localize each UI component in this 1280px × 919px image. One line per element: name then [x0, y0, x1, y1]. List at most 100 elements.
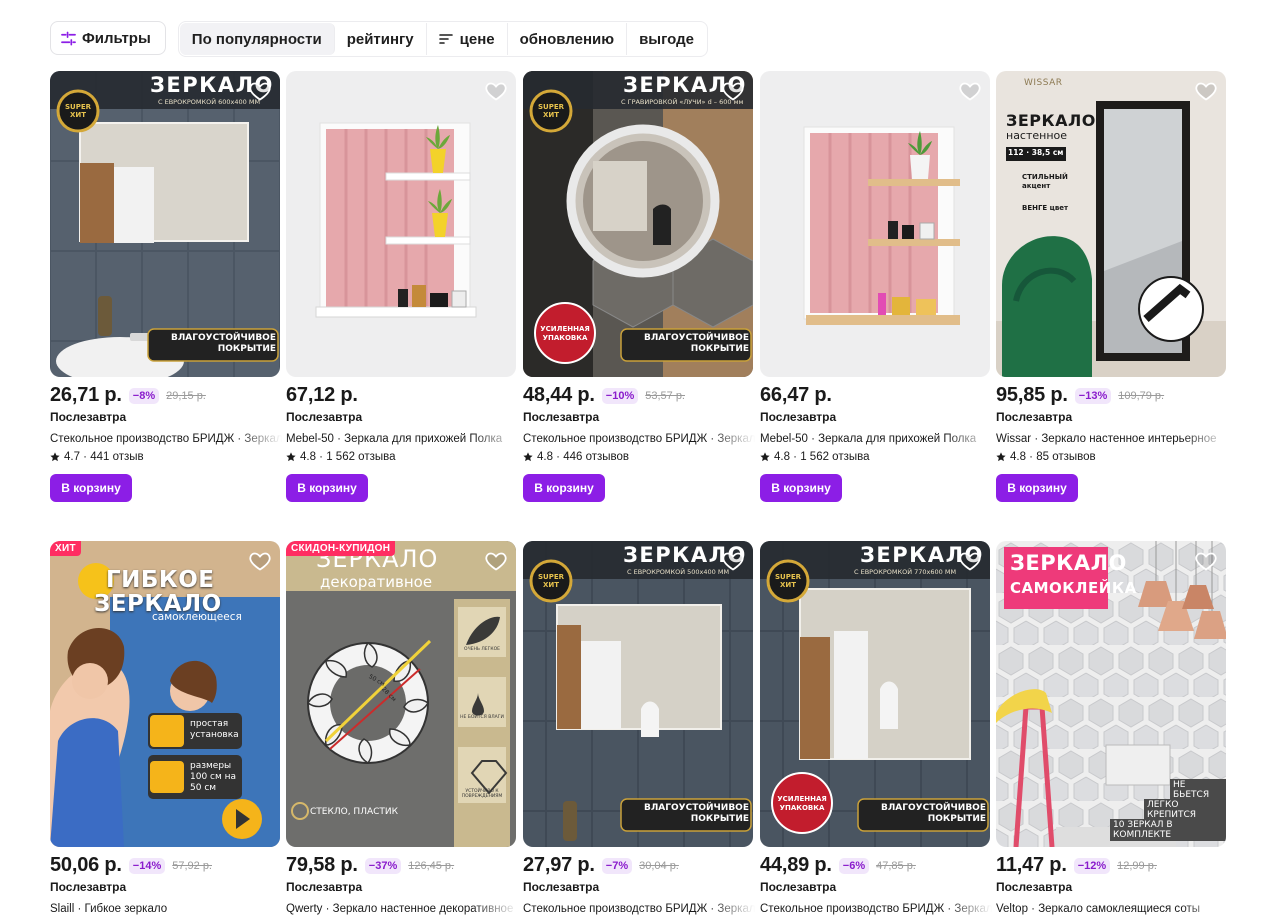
filters-button[interactable]: Фильтры: [50, 21, 166, 55]
delivery-date: Послезавтра: [760, 410, 837, 424]
product-card[interactable]: ЗЕРКАЛО С ГРАВИРОВКОЙ «ЛУЧИ» d – 600 мм …: [523, 71, 755, 502]
add-to-cart-button[interactable]: В корзину: [50, 474, 132, 502]
favorite-heart-icon[interactable]: [484, 549, 508, 573]
product-title[interactable]: Wissar · Зеркало настенное интерьерное: [996, 433, 1228, 449]
product-title[interactable]: Стекольное производство БРИДЖ · Зеркало: [523, 433, 755, 449]
delivery-date: Послезавтра: [286, 410, 363, 424]
image-subtitle: С ЕВРОКРОМКОЙ 770х600 ММ: [854, 568, 957, 576]
star-icon: [760, 452, 770, 462]
delivery-date: Послезавтра: [523, 880, 600, 894]
brand-logo-text: WISSAR: [1024, 78, 1063, 88]
image-headline-1: ЗЕРКАЛО: [1010, 551, 1127, 575]
favorite-heart-icon[interactable]: [958, 549, 982, 573]
rating-text: 4.8 · 1 562 отзыва: [300, 451, 396, 463]
tab-popularity[interactable]: По популярности: [179, 23, 335, 55]
old-price: 29,15 р.: [166, 390, 206, 402]
product-image[interactable]: ЗЕРКАЛО декоративное 50 см 28 см ОЧЕНЬ Л…: [286, 541, 516, 847]
product-image[interactable]: ГИБКОЕ ЗЕРКАЛО самоклеющееся простая уст…: [50, 541, 280, 847]
product-title[interactable]: Slaill · Гибкое зеркало: [50, 903, 282, 919]
product-title[interactable]: Mebel-50 · Зеркала для прихожей Полка: [760, 433, 992, 449]
product-card[interactable]: ЗЕРКАЛО С ЕВРОКРОМКОЙ 500х400 ММ SUPER Х…: [523, 541, 755, 919]
star-icon: [996, 452, 1006, 462]
product-image[interactable]: ЗЕРКАЛО С ГРАВИРОВКОЙ «ЛУЧИ» d – 600 мм …: [523, 71, 753, 377]
product-title[interactable]: Стекольное производство БРИДЖ · Зеркало: [523, 903, 755, 919]
discount-badge: −8%: [128, 388, 160, 404]
image-tag: ВЛАГОУСТОЙЧИВОЕ ПОКРЫТИЕ: [880, 803, 986, 824]
price-row: 66,47 р.: [760, 384, 990, 408]
feature-waterproof: НЕ БОИТСЯ ВЛАГИ: [460, 715, 504, 720]
add-to-cart-button[interactable]: В корзину: [523, 474, 605, 502]
delivery-date: Послезавтра: [996, 880, 1073, 894]
product-title[interactable]: Стекольное производство БРИДЖ · Зеркало: [50, 433, 282, 449]
price: 27,97 р.: [523, 854, 595, 876]
product-image[interactable]: [286, 71, 516, 377]
product-image[interactable]: ЗЕРКАЛО С ЕВРОКРОМКОЙ 500х400 ММ SUPER Х…: [523, 541, 753, 847]
favorite-heart-icon[interactable]: [1194, 79, 1218, 103]
product-card[interactable]: ЗЕРКАЛО С ЕВРОКРОМКОЙ 770х600 ММ SUPER Х…: [760, 541, 992, 919]
price: 67,12 р.: [286, 384, 358, 406]
product-image[interactable]: ЗЕРКАЛО С ЕВРОКРОМКОЙ 770х600 ММ SUPER Х…: [760, 541, 990, 847]
rating: 4.8 · 85 отзывов: [996, 449, 1226, 465]
price-row: 26,71 р. −8% 29,15 р.: [50, 384, 280, 408]
feature-color: ВЕНГЕ цвет: [1022, 204, 1069, 212]
rating: 4.8 · 1 562 отзыва: [760, 449, 990, 465]
product-card[interactable]: ЗЕРКАЛО С ЕВРОКРОМКОЙ 600х400 ММ SUPER Х…: [50, 71, 282, 502]
feature-size: размеры 100 см на 50 см: [190, 761, 237, 793]
price: 48,44 р.: [523, 384, 595, 406]
image-headline: ЗЕРКАЛО: [1006, 111, 1096, 130]
rating-text: 4.8 · 446 отзывов: [537, 451, 630, 463]
favorite-heart-icon[interactable]: [248, 549, 272, 573]
product-card[interactable]: ГИБКОЕ ЗЕРКАЛО самоклеющееся простая уст…: [50, 541, 280, 919]
product-card[interactable]: ЗЕРКАЛО декоративное 50 см 28 см ОЧЕНЬ Л…: [286, 541, 516, 919]
price-row: 67,12 р.: [286, 384, 516, 408]
rating-text: 4.8 · 1 562 отзыва: [774, 451, 870, 463]
product-card[interactable]: ЗЕРКАЛО САМОКЛЕЙКА НЕ БЬЕТСЯ ЛЕГКО КРЕПИ…: [996, 541, 1226, 919]
tab-updated[interactable]: обновлению: [508, 23, 628, 55]
price-row: 50,06 р. −14% 57,92 р.: [50, 854, 280, 878]
price-row: 79,58 р. −37% 126,45 р.: [286, 854, 516, 878]
favorite-heart-icon[interactable]: [484, 79, 508, 103]
product-title[interactable]: Стекольное производство БРИДЖ · Зеркало: [760, 903, 992, 919]
product-image[interactable]: [760, 71, 990, 377]
star-icon: [286, 452, 296, 462]
old-price: 126,45 р.: [408, 860, 455, 872]
image-subtitle: настенное: [1006, 129, 1068, 142]
price: 50,06 р.: [50, 854, 122, 876]
price-row: 48,44 р. −10% 53,57 р.: [523, 384, 753, 408]
product-image[interactable]: ЗЕРКАЛО САМОКЛЕЙКА НЕ БЬЕТСЯ ЛЕГКО КРЕПИ…: [996, 541, 1226, 847]
tab-price[interactable]: цене: [427, 23, 508, 55]
delivery-date: Послезавтра: [286, 880, 363, 894]
feature-set-count: 10 ЗЕРКАЛ В КОМПЛЕКТЕ: [1110, 819, 1226, 841]
product-title[interactable]: Veltop · Зеркало самоклеящиеся соты: [996, 903, 1228, 919]
product-card[interactable]: 67,12 р. Послезавтра Mebel-50 · Зеркала …: [286, 71, 516, 502]
sort-tabs: По популярности рейтингу цене обновлению…: [177, 21, 708, 57]
product-image[interactable]: ЗЕРКАЛО С ЕВРОКРОМКОЙ 600х400 ММ SUPER Х…: [50, 71, 280, 377]
favorite-heart-icon[interactable]: [1194, 549, 1218, 573]
price-row: 44,89 р. −6% 47,85 р.: [760, 854, 990, 878]
super-hit-badge: SUPER ХИТ: [64, 103, 92, 119]
add-to-cart-button[interactable]: В корзину: [760, 474, 842, 502]
add-to-cart-button[interactable]: В корзину: [996, 474, 1078, 502]
favorite-heart-icon[interactable]: [958, 79, 982, 103]
tab-rating[interactable]: рейтингу: [335, 23, 427, 55]
star-icon: [523, 452, 533, 462]
price: 26,71 р.: [50, 384, 122, 406]
feature-light: ОЧЕНЬ ЛЕГКОЕ: [464, 647, 500, 652]
tab-benefit[interactable]: выгоде: [627, 23, 706, 55]
image-subtitle: С ЕВРОКРОМКОЙ 500х400 ММ: [627, 568, 730, 576]
favorite-heart-icon[interactable]: [721, 549, 745, 573]
product-title[interactable]: Qwerty · Зеркало настенное декоративное: [286, 903, 518, 919]
product-card[interactable]: 66,47 р. Послезавтра Mebel-50 · Зеркала …: [760, 71, 990, 502]
discount-badge: −6%: [838, 858, 870, 874]
favorite-heart-icon[interactable]: [721, 79, 745, 103]
delivery-date: Послезавтра: [523, 410, 600, 424]
super-hit-badge: SUPER ХИТ: [774, 573, 802, 589]
image-subtitle: декоративное: [320, 573, 433, 591]
reinforced-pack-stamp: УСИЛЕННАЯ УПАКОВКА: [540, 325, 590, 342]
product-title[interactable]: Mebel-50 · Зеркала для прихожей Полка: [286, 433, 518, 449]
product-card[interactable]: WISSAR ЗЕРКАЛО настенное 112 · 38,5 см С…: [996, 71, 1226, 502]
add-to-cart-button[interactable]: В корзину: [286, 474, 368, 502]
old-price: 30,04 р.: [639, 860, 679, 872]
product-image[interactable]: WISSAR ЗЕРКАЛО настенное 112 · 38,5 см С…: [996, 71, 1226, 377]
favorite-heart-icon[interactable]: [248, 79, 272, 103]
